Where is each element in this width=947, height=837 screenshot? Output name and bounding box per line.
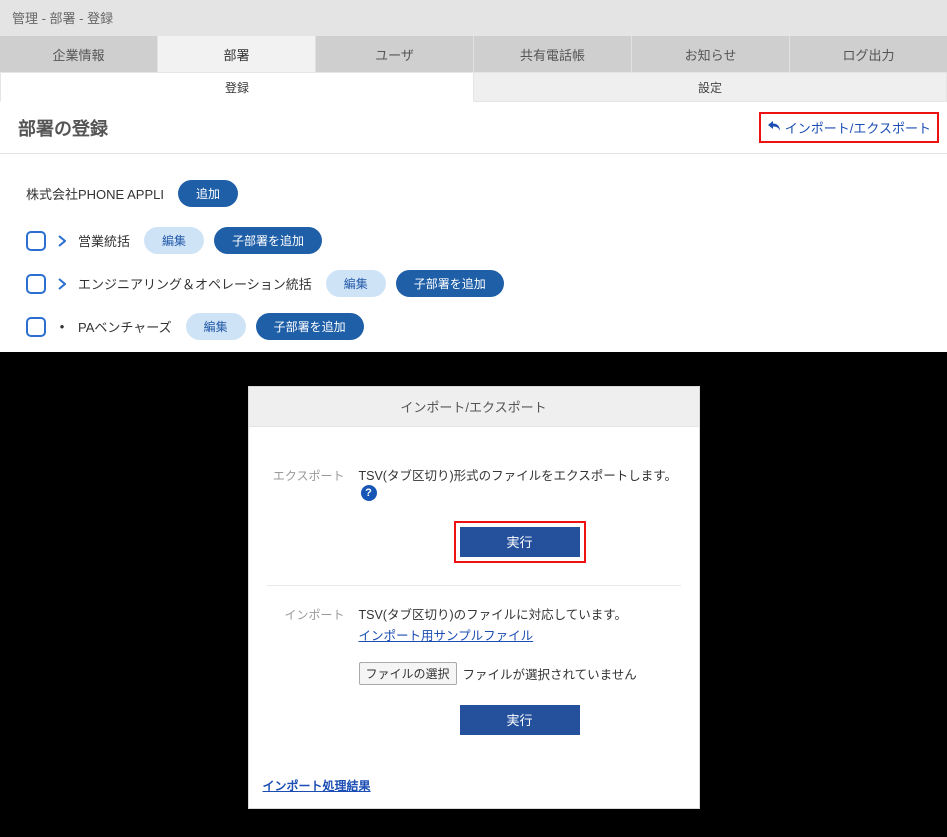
chevron-right-icon[interactable] bbox=[56, 278, 68, 290]
cutoff-area bbox=[26, 340, 921, 346]
breadcrumb-chevron-icon bbox=[150, 0, 162, 36]
black-divider bbox=[0, 352, 947, 386]
import-content: TSV(タブ区切り)のファイルに対応しています。 インポート用サンプルファイル … bbox=[359, 604, 681, 735]
org-root-name: 株式会社PHONE APPLI bbox=[26, 184, 164, 203]
subtab-settings[interactable]: 設定 bbox=[474, 72, 947, 102]
department-checkbox[interactable] bbox=[26, 317, 46, 337]
import-export-link[interactable]: インポート/エクスポート bbox=[759, 112, 939, 143]
add-root-button[interactable]: 追加 bbox=[178, 180, 238, 207]
sub-tabs: 登録 設定 bbox=[0, 72, 947, 102]
department-name: PAベンチャーズ bbox=[78, 317, 172, 336]
export-execute-button[interactable]: 実行 bbox=[460, 527, 580, 557]
choose-file-button[interactable]: ファイルの選択 bbox=[359, 662, 457, 685]
department-name: 営業統括 bbox=[78, 231, 130, 250]
modal-title: インポート/エクスポート bbox=[249, 387, 699, 427]
page-header: 部署の登録 インポート/エクスポート bbox=[0, 102, 947, 154]
department-checkbox[interactable] bbox=[26, 274, 46, 294]
reply-arrow-icon bbox=[767, 120, 781, 135]
add-child-button[interactable]: 子部署を追加 bbox=[396, 270, 504, 297]
export-description: TSV(タブ区切り)形式のファイルをエクスポートします。 bbox=[359, 469, 678, 483]
primary-tabs: 企業情報 部署 ユーザ 共有電話帳 お知らせ ログ出力 bbox=[0, 36, 947, 72]
add-child-button[interactable]: 子部署を追加 bbox=[256, 313, 364, 340]
org-root-row: 株式会社PHONE APPLI 追加 bbox=[26, 180, 921, 207]
import-export-link-label: インポート/エクスポート bbox=[785, 118, 931, 137]
breadcrumb-text: 管理 - 部署 - 登録 bbox=[12, 8, 113, 27]
page: 管理 - 部署 - 登録 企業情報 部署 ユーザ 共有電話帳 お知らせ ログ出力… bbox=[0, 0, 947, 837]
department-body: 株式会社PHONE APPLI 追加 営業統括 編集 子部署を追加 エンジニアリ… bbox=[0, 154, 947, 352]
breadcrumb: 管理 - 部署 - 登録 bbox=[0, 0, 947, 36]
department-row: エンジニアリング＆オペレーション統括 編集 子部署を追加 bbox=[26, 270, 921, 297]
modal-backdrop: インポート/エクスポート エクスポート TSV(タブ区切り)形式のファイルをエク… bbox=[0, 386, 947, 837]
export-exec-highlight: 実行 bbox=[454, 521, 586, 563]
import-execute-button[interactable]: 実行 bbox=[460, 705, 580, 735]
modal-body: エクスポート TSV(タブ区切り)形式のファイルをエクスポートします。 ? 実行… bbox=[249, 427, 699, 777]
department-row: 営業統括 編集 子部署を追加 bbox=[26, 227, 921, 254]
department-list: 営業統括 編集 子部署を追加 エンジニアリング＆オペレーション統括 編集 子部署… bbox=[26, 227, 921, 340]
import-description: TSV(タブ区切り)のファイルに対応しています。 bbox=[359, 604, 681, 623]
edit-button[interactable]: 編集 bbox=[186, 313, 246, 340]
page-title: 部署の登録 bbox=[18, 115, 108, 141]
chevron-right-icon[interactable] bbox=[56, 235, 68, 247]
subtab-register[interactable]: 登録 bbox=[0, 72, 474, 102]
edit-button[interactable]: 編集 bbox=[326, 270, 386, 297]
edit-button[interactable]: 編集 bbox=[144, 227, 204, 254]
import-section: インポート TSV(タブ区切り)のファイルに対応しています。 インポート用サンプ… bbox=[267, 585, 681, 757]
export-content: TSV(タブ区切り)形式のファイルをエクスポートします。 ? 実行 bbox=[359, 465, 681, 563]
department-name: エンジニアリング＆オペレーション統括 bbox=[78, 274, 312, 293]
file-status-text: ファイルが選択されていません bbox=[463, 664, 637, 683]
tab-company-info[interactable]: 企業情報 bbox=[0, 36, 158, 72]
import-result-link[interactable]: インポート処理結果 bbox=[263, 779, 371, 793]
help-icon[interactable]: ? bbox=[361, 485, 377, 501]
import-export-modal: インポート/エクスポート エクスポート TSV(タブ区切り)形式のファイルをエク… bbox=[248, 386, 700, 809]
tab-departments[interactable]: 部署 bbox=[158, 36, 316, 72]
import-label: インポート bbox=[267, 604, 345, 735]
export-section: エクスポート TSV(タブ区切り)形式のファイルをエクスポートします。 ? 実行 bbox=[267, 447, 681, 585]
import-sample-file-link[interactable]: インポート用サンプルファイル bbox=[359, 629, 534, 643]
tab-log-output[interactable]: ログ出力 bbox=[790, 36, 947, 72]
department-checkbox[interactable] bbox=[26, 231, 46, 251]
modal-footer: インポート処理結果 bbox=[249, 777, 699, 808]
department-row: • PAベンチャーズ 編集 子部署を追加 bbox=[26, 313, 921, 340]
add-child-button[interactable]: 子部署を追加 bbox=[214, 227, 322, 254]
file-chooser-row: ファイルの選択 ファイルが選択されていません bbox=[359, 662, 681, 685]
tab-shared-phonebook[interactable]: 共有電話帳 bbox=[474, 36, 632, 72]
bullet-icon: • bbox=[56, 319, 68, 334]
export-label: エクスポート bbox=[267, 465, 345, 563]
tab-users[interactable]: ユーザ bbox=[316, 36, 474, 72]
tab-notices[interactable]: お知らせ bbox=[632, 36, 790, 72]
